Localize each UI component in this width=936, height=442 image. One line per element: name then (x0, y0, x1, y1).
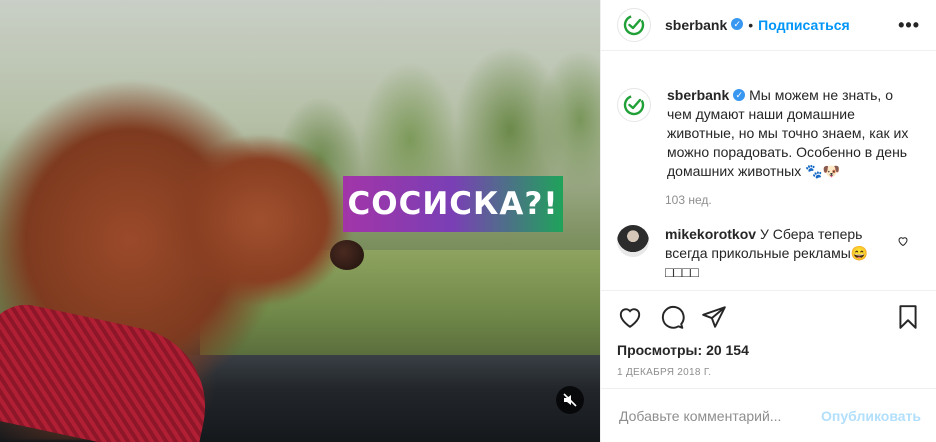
speaker-muted-icon (563, 393, 577, 407)
separator-dot: • (748, 17, 754, 33)
caption-text-block: sberbank ✓ Мы можем не знать, о чем думаю… (667, 86, 917, 181)
caption-row: sberbank ✓ Мы можем не знать, о чем думаю… (601, 70, 936, 181)
views-count: 20 154 (706, 342, 749, 358)
mute-button[interactable] (556, 386, 584, 414)
sberbank-logo-icon (623, 94, 645, 116)
share-icon[interactable] (701, 304, 727, 330)
comment-row: mikekorotkov У Сбера теперь всегда прико… (601, 207, 936, 282)
dog-nose (330, 240, 364, 270)
comments-section: sberbank ✓ Мы можем не знать, о чем думаю… (601, 70, 936, 290)
post-date[interactable]: 1 ДЕКАБРЯ 2018 Г. (601, 358, 936, 378)
post-header: sberbank ✓ • Подписаться ••• (601, 0, 936, 51)
sberbank-logo-icon (623, 14, 645, 36)
avatar[interactable] (617, 8, 651, 42)
avatar[interactable] (617, 225, 649, 257)
more-options-button[interactable]: ••• (898, 15, 920, 36)
verified-badge-icon: ✓ (731, 18, 744, 30)
post-sidebar: sberbank ✓ • Подписаться ••• sberbank ✓ М… (600, 0, 936, 442)
caption-timestamp[interactable]: 103 нед. (665, 193, 936, 207)
follow-button[interactable]: Подписаться (758, 17, 850, 33)
post-actions: Просмотры: 20 154 1 ДЕКАБРЯ 2018 Г. (601, 290, 936, 378)
publish-button[interactable]: Опубликовать (821, 408, 921, 424)
add-comment-bar: Опубликовать (601, 388, 936, 442)
comment-input[interactable] (617, 406, 822, 425)
heart-icon[interactable] (617, 304, 643, 330)
comment-text-block: mikekorotkov У Сбера теперь всегда прико… (665, 225, 895, 282)
comment-username[interactable]: mikekorotkov (665, 226, 756, 242)
comment-icon[interactable] (659, 304, 685, 330)
caption-username[interactable]: sberbank (667, 87, 729, 103)
instagram-post: СОСИСКА?! sberbank ✓ • Подписаться ••• s… (0, 0, 936, 442)
bookmark-icon[interactable] (895, 304, 921, 330)
avatar[interactable] (617, 88, 651, 122)
verified-badge-icon: ✓ (733, 89, 746, 102)
header-username[interactable]: sberbank (665, 17, 727, 33)
views-label: Просмотры: (617, 342, 703, 358)
like-comment-heart-icon[interactable] (897, 235, 909, 247)
views-count-row[interactable]: Просмотры: 20 154 (601, 331, 936, 358)
post-video[interactable]: СОСИСКА?! (0, 0, 600, 442)
video-overlay-text: СОСИСКА?! (343, 176, 563, 232)
action-icons (601, 291, 936, 331)
